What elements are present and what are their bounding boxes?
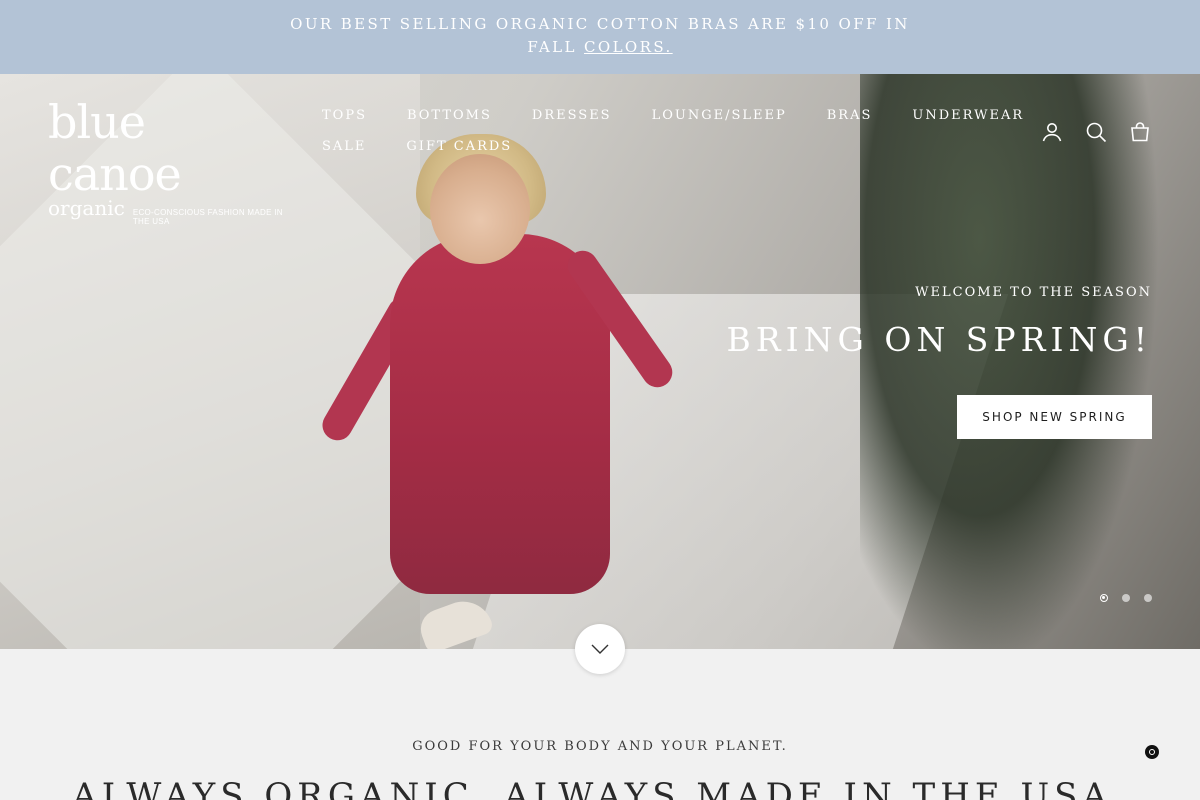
- nav-item-dresses[interactable]: DRESSES: [532, 106, 612, 126]
- scroll-down-button[interactable]: [575, 624, 625, 674]
- section-eyebrow: GOOD FOR YOUR BODY AND YOUR PLANET.: [412, 739, 788, 754]
- hero-model-shoe: [415, 593, 495, 649]
- hero-eyebrow: WELCOME TO THE SEASON: [915, 285, 1152, 300]
- slide-dot-3[interactable]: [1144, 594, 1152, 602]
- logo-organic-text: organic: [48, 196, 125, 220]
- main-nav: TOPS BOTTOMS DRESSES LOUNGE/SLEEP BRAS U…: [322, 106, 1022, 157]
- hero-model-face: [430, 154, 530, 264]
- slide-dot-1[interactable]: [1100, 594, 1108, 602]
- slideshow-dots: [1100, 594, 1152, 602]
- search-icon[interactable]: [1084, 120, 1108, 144]
- cart-icon[interactable]: [1128, 120, 1152, 144]
- announcement-text-prefix: FALL: [527, 38, 584, 56]
- site-logo[interactable]: blue canoe organic ECO-CONSCIOUS FASHION…: [48, 96, 288, 226]
- nav-item-gift-cards[interactable]: GIFT CARDS: [406, 137, 512, 157]
- chevron-down-icon: [591, 644, 609, 654]
- announcement-colors-link[interactable]: COLORS.: [584, 38, 673, 56]
- chat-icon: [1149, 749, 1155, 755]
- hero-model-dress: [390, 234, 610, 594]
- chat-widget-button[interactable]: [1145, 745, 1159, 759]
- hero-model-image: [317, 134, 730, 649]
- logo-tagline: ECO-CONSCIOUS FASHION MADE IN THE USA: [132, 208, 283, 226]
- header-icons: [1040, 120, 1152, 144]
- hero-title: BRING ON SPRING!: [726, 320, 1152, 359]
- nav-item-lounge-sleep[interactable]: LOUNGE/SLEEP: [652, 106, 787, 126]
- announcement-text: OUR BEST SELLING ORGANIC COTTON BRAS ARE…: [290, 15, 910, 33]
- nav-item-bottoms[interactable]: BOTTOMS: [407, 106, 492, 126]
- nav-row-2: SALE GIFT CARDS: [322, 137, 1002, 157]
- announcement-bar: OUR BEST SELLING ORGANIC COTTON BRAS ARE…: [0, 0, 1200, 74]
- hero-plant: [860, 74, 1160, 649]
- logo-brand-text: blue canoe: [48, 95, 182, 201]
- account-icon[interactable]: [1040, 120, 1064, 144]
- slide-dot-2[interactable]: [1122, 594, 1130, 602]
- section-title: ALWAYS ORGANIC. ALWAYS MADE IN THE USA.: [72, 776, 1128, 800]
- nav-item-sale[interactable]: SALE: [322, 137, 366, 157]
- nav-item-tops[interactable]: TOPS: [322, 106, 367, 126]
- nav-row-1: TOPS BOTTOMS DRESSES LOUNGE/SLEEP BRAS U…: [322, 106, 1022, 126]
- nav-item-bras[interactable]: BRAS: [827, 106, 873, 126]
- shop-new-spring-button[interactable]: SHOP NEW SPRING: [957, 395, 1152, 439]
- nav-item-underwear[interactable]: UNDERWEAR: [912, 106, 1024, 126]
